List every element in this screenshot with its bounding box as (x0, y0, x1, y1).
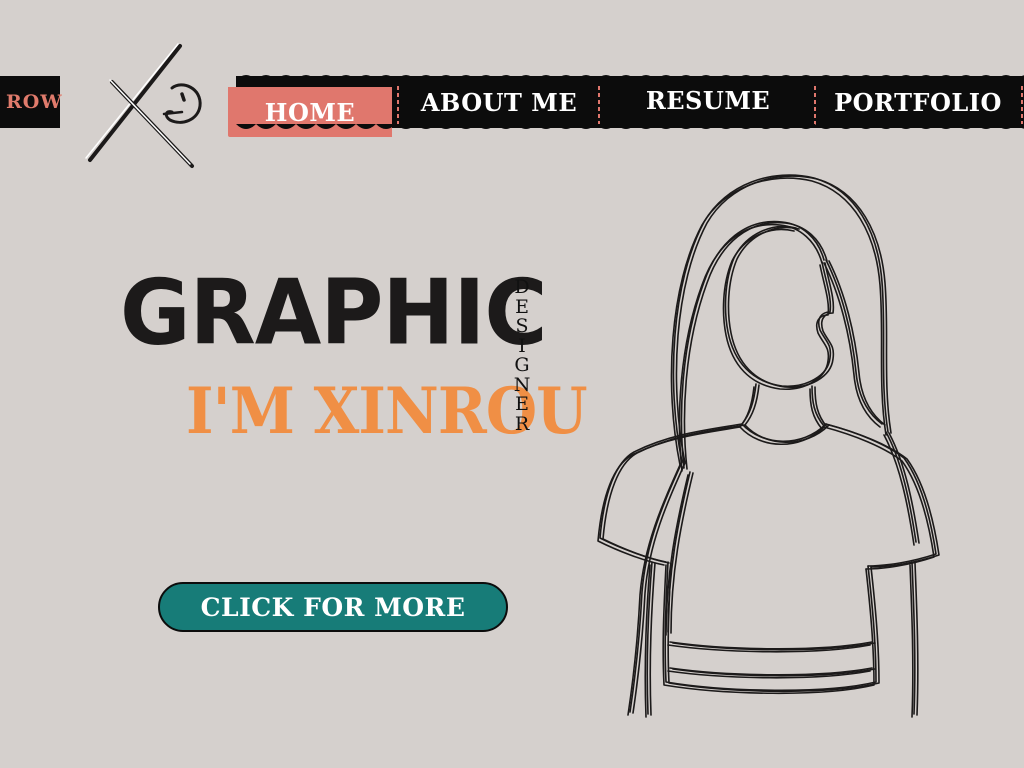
nav-resume[interactable]: RESUME (602, 74, 814, 126)
nav-portfolio-label: PORTFOLIO (834, 87, 1002, 117)
nav-scallop-bottom (236, 124, 1024, 129)
hero-vertical-letter: R (514, 412, 530, 435)
click-for-more-button[interactable]: CLICK FOR MORE (158, 582, 508, 632)
nav-divider (814, 86, 816, 128)
main-nav: HOME ABOUT ME RESUME PORTFOLIO (228, 74, 1024, 137)
nav-home-label: HOME (264, 97, 356, 127)
hero-vertical-label: DESIGNER (510, 276, 534, 435)
logo-icon[interactable] (72, 40, 212, 180)
hero-vertical-letter: D (514, 276, 530, 298)
nav-divider (598, 86, 600, 128)
nav-divider (1021, 86, 1023, 128)
nav-portfolio[interactable]: PORTFOLIO (818, 76, 1018, 128)
nav-about-me[interactable]: ABOUT ME (400, 76, 598, 128)
nav-about-me-label: ABOUT ME (420, 87, 578, 117)
hero-title: GRAPHIC (120, 260, 547, 366)
click-for-more-label: CLICK FOR MORE (200, 592, 466, 622)
portrait-illustration (597, 174, 940, 718)
nav-resume-label: RESUME (645, 85, 771, 115)
hero-vertical-letter: E (515, 393, 529, 415)
nav-divider (397, 86, 399, 128)
nav-overflow-label: ROW (6, 91, 63, 113)
hero-vertical-letter: G (514, 354, 530, 376)
hero-vertical-letter: S (515, 315, 529, 337)
nav-overflow-tab[interactable]: ROW (0, 76, 63, 128)
